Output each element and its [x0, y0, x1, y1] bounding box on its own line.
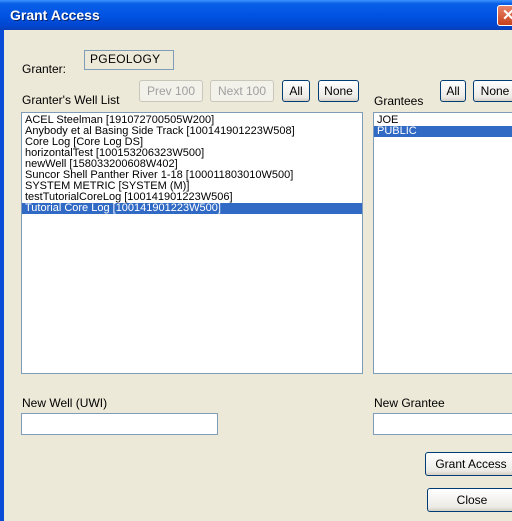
granter-value: PGEOLOGY: [84, 50, 174, 70]
list-item[interactable]: Tutorial Core Log [100141901223W500]: [22, 203, 362, 214]
grant-access-dialog: Grant Access ✕ Granter: PGEOLOGY Granter…: [0, 0, 512, 521]
window-frame: [0, 30, 4, 521]
wells-none-button[interactable]: None: [318, 80, 359, 102]
grantees-none-button[interactable]: None: [473, 80, 512, 102]
close-button[interactable]: Close: [427, 488, 512, 512]
list-item[interactable]: PUBLIC: [374, 126, 512, 137]
grantees-label: Grantees: [374, 94, 424, 108]
grantees-all-button[interactable]: All: [440, 80, 466, 102]
new-well-label: New Well (UWI): [22, 396, 108, 410]
wells-all-button[interactable]: All: [282, 80, 310, 102]
window-title: Grant Access: [10, 7, 100, 23]
title-bar[interactable]: Grant Access ✕: [0, 0, 512, 30]
new-well-input[interactable]: [21, 413, 218, 435]
new-grantee-input[interactable]: [373, 413, 512, 435]
prev-100-button[interactable]: Prev 100: [139, 80, 203, 102]
new-grantee-label: New Grantee: [374, 396, 445, 410]
grant-access-button[interactable]: Grant Access: [425, 452, 512, 476]
close-icon: ✕: [502, 7, 512, 24]
grantee-list[interactable]: JOE PUBLIC: [373, 112, 512, 374]
next-100-button[interactable]: Next 100: [210, 80, 274, 102]
granter-label: Granter:: [22, 62, 67, 76]
well-list[interactable]: ACEL Steelman [191072700505W200] Anybody …: [21, 112, 363, 374]
window-close-button[interactable]: ✕: [497, 5, 512, 26]
well-list-label: Granter's Well List: [22, 93, 120, 107]
